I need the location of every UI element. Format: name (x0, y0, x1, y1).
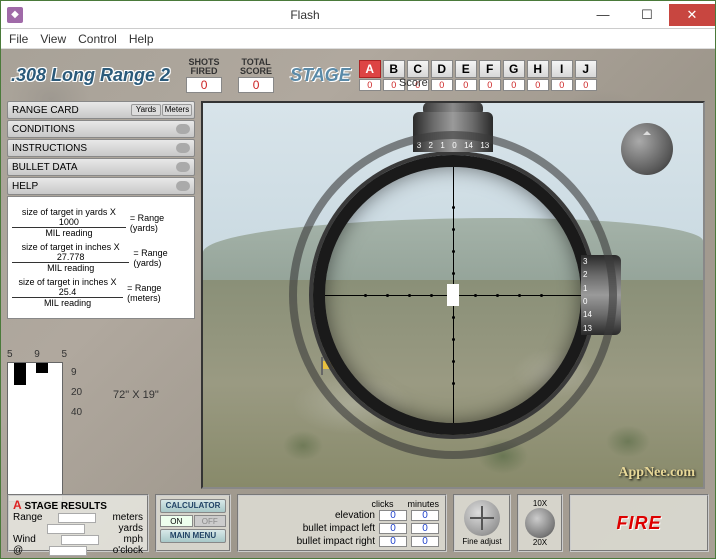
stage-score-h: 0 (527, 79, 549, 91)
menu-control[interactable]: Control (78, 32, 117, 46)
main-menu-button[interactable]: MAIN MENU (160, 529, 226, 543)
target-silhouette (447, 284, 459, 306)
stage-score-i: 0 (551, 79, 573, 91)
shots-fired-box: SHOTS FIRED 0 (186, 58, 222, 93)
stage-button-d[interactable]: D (431, 60, 453, 78)
conditions-button[interactable]: CONDITIONS (7, 120, 195, 138)
menubar: File View Control Help (1, 29, 715, 49)
collapse-icon (176, 162, 190, 172)
formula-panel: size of target in yards X 1000MIL readin… (7, 196, 195, 319)
target-dimensions: 72" X 19" (113, 389, 159, 401)
stage-button-a[interactable]: A (359, 60, 381, 78)
scope-reticle: 32101413 32101413 (313, 155, 593, 435)
elevation-turret[interactable]: 32101413 (413, 112, 493, 167)
zoom-box: 10X 20X (517, 494, 563, 552)
instructions-button[interactable]: INSTRUCTIONS (7, 139, 195, 157)
windage-turret[interactable]: 32101413 (581, 255, 636, 335)
fine-adjust-dpad[interactable] (464, 500, 500, 536)
close-button[interactable]: ✕ (669, 4, 715, 26)
stage-button-j[interactable]: J (575, 60, 597, 78)
fire-box: FIRE (569, 494, 709, 552)
shots-fired-value: 0 (186, 77, 222, 93)
stage-button-i[interactable]: I (551, 60, 573, 78)
stage-results-box: A STAGE RESULTS RangemetersyardsWindmph@… (7, 494, 149, 552)
silhouette-scale-labels: 9 20 40 (71, 367, 82, 427)
stage-score-a: 0 (359, 79, 381, 91)
bullet-up-knob[interactable] (621, 123, 673, 175)
scope-viewport[interactable]: 32101413 32101413 AppNee.com (201, 101, 705, 489)
titlebar[interactable]: ◆ Flash — ☐ ✕ (1, 1, 715, 29)
unit-yards-button[interactable]: Yards (131, 104, 161, 116)
stage-score-f: 0 (479, 79, 501, 91)
calculator-button[interactable]: CALCULATOR (160, 499, 226, 513)
score-label: Score (399, 77, 428, 89)
minimize-button[interactable]: — (581, 4, 625, 26)
stage-button-f[interactable]: F (479, 60, 501, 78)
menu-file[interactable]: File (9, 32, 28, 46)
collapse-icon (176, 124, 190, 134)
window-title: Flash (29, 8, 581, 22)
unit-meters-button[interactable]: Meters (162, 104, 192, 116)
fine-adjust-box: Fine adjust (453, 494, 511, 552)
zoom-dial[interactable] (525, 508, 555, 538)
bottom-bar: A STAGE RESULTS RangemetersyardsWindmph@… (7, 494, 709, 552)
bullet-data-button[interactable]: BULLET DATA (7, 158, 195, 176)
app-icon: ◆ (7, 7, 23, 23)
target-silhouette-panel: 5 9 5 (7, 349, 67, 502)
app-window: ◆ Flash — ☐ ✕ File View Control Help .30… (0, 0, 716, 559)
collapse-icon (176, 143, 190, 153)
collapse-icon (176, 181, 190, 191)
header-row: .308 Long Range 2 SHOTS FIRED 0 TOTAL SC… (11, 55, 705, 95)
help-button[interactable]: HELP (7, 177, 195, 195)
stage-button-b[interactable]: B (383, 60, 405, 78)
stage-score-g: 0 (503, 79, 525, 91)
maximize-button[interactable]: ☐ (625, 4, 669, 26)
silhouette-box (7, 362, 63, 502)
stage-score-j: 0 (575, 79, 597, 91)
stage-button-g[interactable]: G (503, 60, 525, 78)
game-title: .308 Long Range 2 (11, 65, 170, 86)
stage-selector: A0B0C0D0E0F0G0H0I0J0 (359, 60, 597, 91)
total-score-value: 0 (238, 77, 274, 93)
stage-label: STAGE (290, 65, 351, 86)
range-card-button[interactable]: RANGE CARD Yards Meters (7, 101, 195, 119)
game-area: .308 Long Range 2 SHOTS FIRED 0 TOTAL SC… (1, 49, 715, 558)
arrow-up-icon (643, 127, 651, 135)
fire-button[interactable]: FIRE (616, 513, 661, 534)
on-off-toggle[interactable]: ON OFF (160, 515, 226, 527)
side-panel: RANGE CARD Yards Meters CONDITIONS INSTR… (7, 101, 195, 319)
stage-button-h[interactable]: H (527, 60, 549, 78)
total-score-box: TOTAL SCORE 0 (238, 58, 274, 93)
menu-help[interactable]: Help (129, 32, 154, 46)
stage-button-c[interactable]: C (407, 60, 429, 78)
calculator-box: CALCULATOR ON OFF MAIN MENU (155, 494, 231, 552)
watermark: AppNee.com (618, 465, 695, 481)
menu-view[interactable]: View (40, 32, 66, 46)
impact-box: clicks minutes elevation00bullet impact … (237, 494, 447, 552)
stage-button-e[interactable]: E (455, 60, 477, 78)
stage-score-e: 0 (455, 79, 477, 91)
stage-score-d: 0 (431, 79, 453, 91)
